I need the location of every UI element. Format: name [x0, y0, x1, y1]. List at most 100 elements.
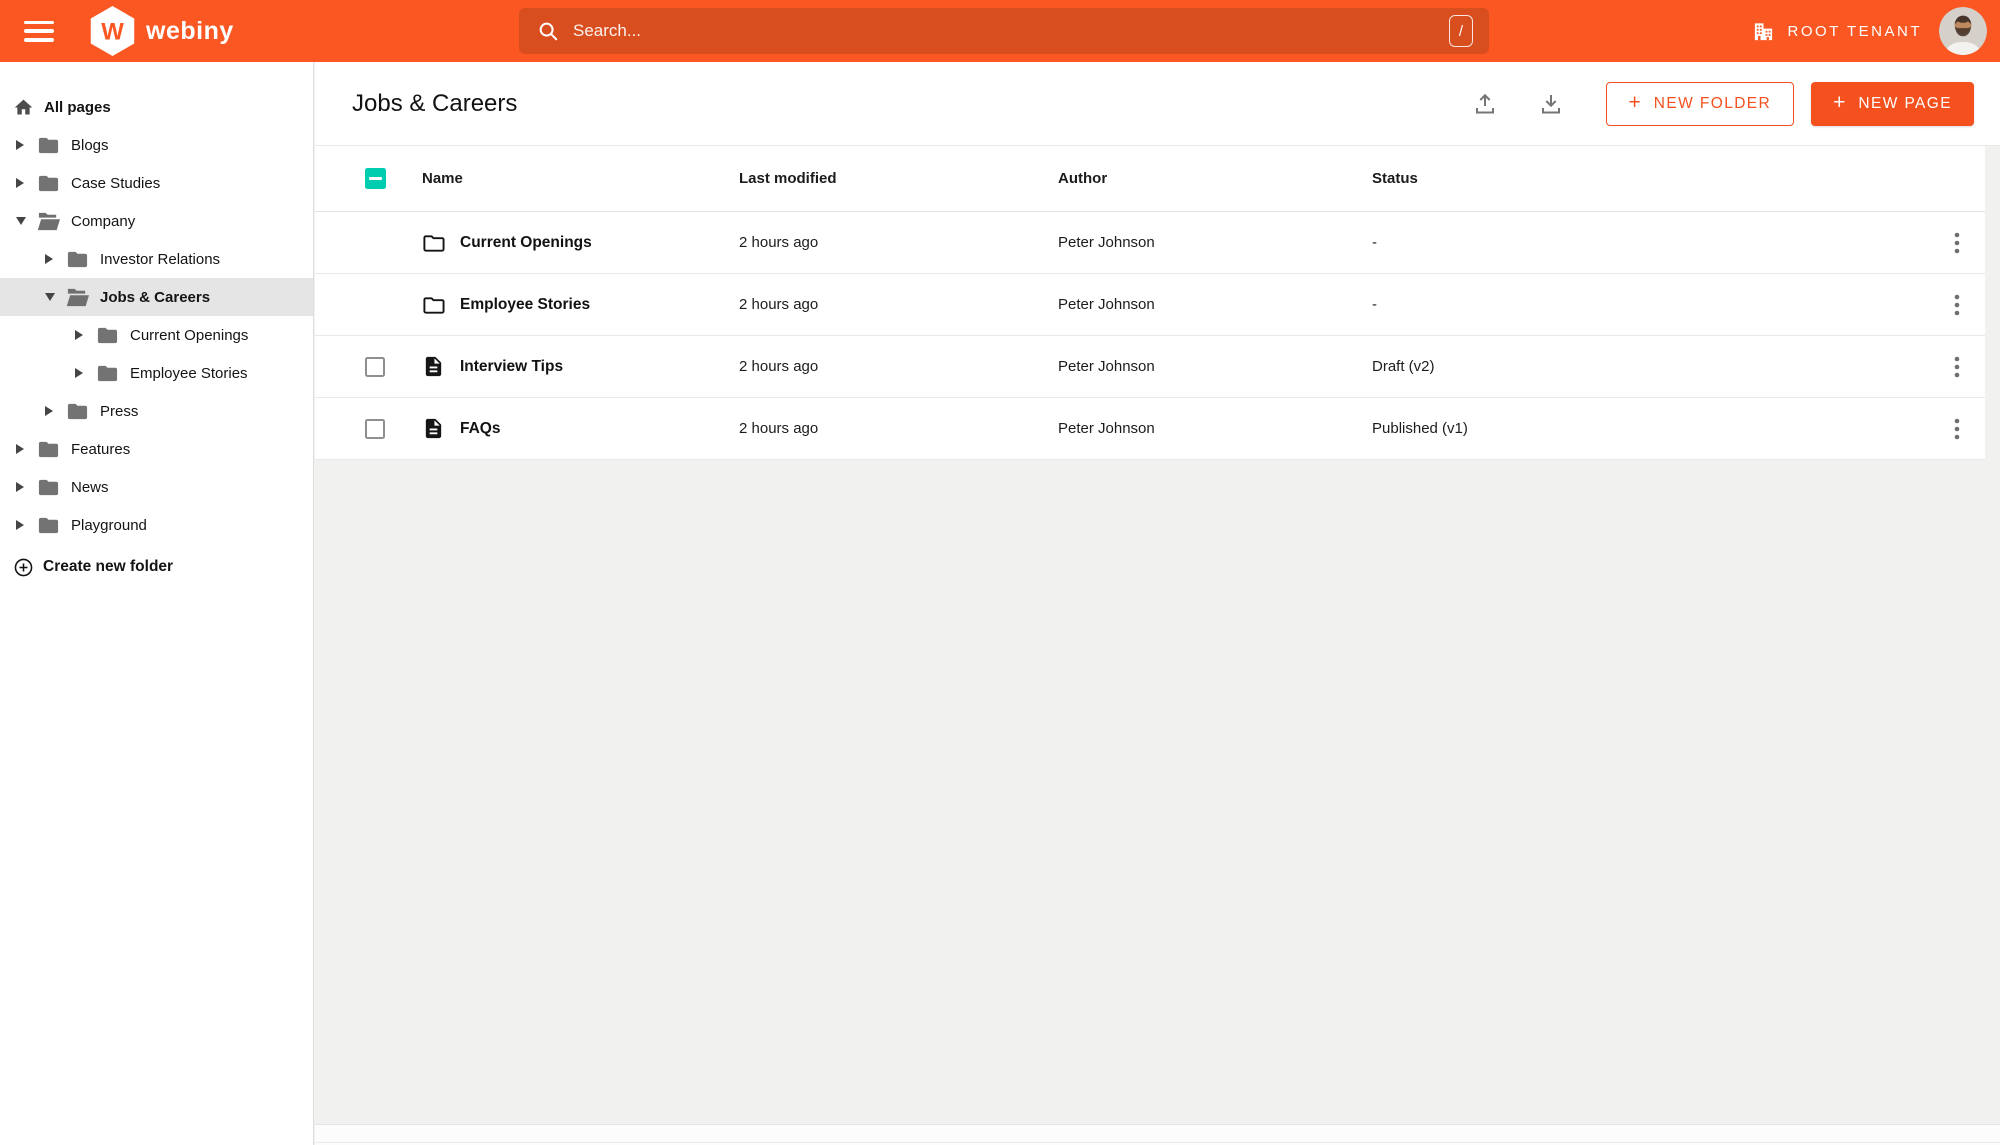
chevron-right-icon[interactable]: [75, 368, 87, 378]
table-row[interactable]: Interview Tips 2 hours ago Peter Johnson…: [315, 336, 1985, 398]
tenant-selector[interactable]: ROOT TENANT: [1752, 20, 1922, 43]
row-author: Peter Johnson: [1058, 234, 1155, 251]
row-status: Draft (v2): [1372, 358, 1435, 375]
column-header-name: Name: [422, 170, 463, 187]
circle-plus-icon: [14, 558, 33, 576]
row-last-modified: 2 hours ago: [739, 296, 819, 313]
folder-icon: [423, 235, 445, 252]
row-checkbox[interactable]: [365, 418, 385, 439]
table-row[interactable]: Employee Stories 2 hours ago Peter Johns…: [315, 274, 1985, 336]
search-input[interactable]: [573, 21, 1449, 41]
table-header-row: Name Last modified Author Status: [315, 146, 1985, 212]
row-name[interactable]: Current Openings: [460, 234, 592, 252]
search-bar[interactable]: /: [519, 8, 1489, 54]
vertical-dots-icon: [1954, 356, 1960, 377]
sidebar-item-investor-relations[interactable]: Investor Relations: [0, 240, 313, 278]
sidebar-item-case-studies[interactable]: Case Studies: [0, 164, 313, 202]
tenant-name: ROOT TENANT: [1787, 22, 1922, 40]
folder-icon: [37, 134, 60, 157]
sidebar-item-company[interactable]: Company: [0, 202, 313, 240]
folder-icon: [423, 297, 445, 314]
vertical-dots-icon: [1954, 294, 1960, 315]
sidebar-item-label: Jobs & Careers: [100, 288, 211, 306]
sidebar-item-label: Blogs: [71, 136, 109, 154]
topbar: W webiny /: [0, 0, 2000, 62]
row-name[interactable]: Interview Tips: [460, 358, 563, 376]
chevron-right-icon[interactable]: [16, 482, 28, 492]
horizontal-scrollbar[interactable]: [315, 1124, 2000, 1145]
search-shortcut-key: /: [1449, 15, 1473, 47]
chevron-down-icon[interactable]: [45, 293, 57, 301]
folder-open-icon: [66, 287, 89, 308]
plus-icon: +: [1628, 90, 1641, 114]
sidebar-item-blogs[interactable]: Blogs: [0, 126, 313, 164]
row-status: Published (v1): [1372, 420, 1468, 437]
select-all-checkbox[interactable]: [365, 168, 386, 189]
page-icon: [425, 356, 442, 377]
chevron-right-icon[interactable]: [16, 444, 28, 454]
table-row[interactable]: FAQs 2 hours ago Peter Johnson Published…: [315, 398, 1985, 460]
sidebar-item-news[interactable]: News: [0, 468, 313, 506]
sidebar-item-label: Company: [71, 212, 136, 230]
sidebar-item-label: Employee Stories: [130, 364, 248, 382]
sidebar-item-label: Investor Relations: [100, 250, 221, 268]
row-last-modified: 2 hours ago: [739, 358, 819, 375]
sidebar-item-features[interactable]: Features: [0, 430, 313, 468]
column-header-author: Author: [1058, 170, 1108, 187]
row-menu-button[interactable]: [1944, 288, 1970, 322]
vertical-dots-icon: [1954, 232, 1960, 253]
sidebar-item-jobs-careers[interactable]: Jobs & Careers: [0, 278, 313, 316]
create-new-folder-label: Create new folder: [43, 558, 174, 575]
avatar-photo: [1939, 7, 1987, 55]
sidebar-item-current-openings[interactable]: Current Openings: [0, 316, 313, 354]
row-menu-button[interactable]: [1944, 226, 1970, 260]
row-last-modified: 2 hours ago: [739, 420, 819, 437]
import-pages-button[interactable]: [1534, 87, 1568, 121]
sidebar-item-label: Press: [100, 402, 139, 420]
row-menu-button[interactable]: [1944, 412, 1970, 446]
column-header-last-modified: Last modified: [739, 170, 837, 187]
row-name[interactable]: FAQs: [460, 420, 500, 438]
chevron-right-icon[interactable]: [75, 330, 87, 340]
sidebar-item-label: News: [71, 478, 109, 496]
row-status: -: [1372, 234, 1377, 251]
sidebar-item-all-pages[interactable]: All pages: [0, 88, 313, 126]
row-checkbox[interactable]: [365, 356, 385, 377]
sidebar-item-label: All pages: [44, 98, 111, 116]
chevron-right-icon[interactable]: [45, 254, 57, 264]
folder-open-icon: [37, 211, 60, 232]
folder-icon: [37, 172, 60, 195]
row-name[interactable]: Employee Stories: [460, 296, 590, 314]
folder-tree-sidebar: All pages Blogs Case Studies Company Inv…: [0, 62, 314, 1145]
row-menu-button[interactable]: [1944, 350, 1970, 384]
plus-icon: +: [1833, 90, 1846, 114]
download-icon: [1541, 94, 1560, 113]
webiny-logo[interactable]: W webiny: [90, 6, 234, 56]
chevron-right-icon[interactable]: [45, 406, 57, 416]
chevron-right-icon[interactable]: [16, 520, 28, 530]
sidebar-item-employee-stories[interactable]: Employee Stories: [0, 354, 313, 392]
hamburger-menu-icon[interactable]: [24, 20, 54, 42]
new-folder-button[interactable]: + NEW FOLDER: [1605, 81, 1795, 126]
page-title: Jobs & Careers: [352, 89, 518, 117]
table-row[interactable]: Current Openings 2 hours ago Peter Johns…: [315, 212, 1985, 274]
row-author: Peter Johnson: [1058, 296, 1155, 313]
sidebar-item-press[interactable]: Press: [0, 392, 313, 430]
pages-table: Name Last modified Author Status Current…: [315, 146, 1985, 460]
sidebar-item-label: Case Studies: [71, 174, 161, 192]
chevron-right-icon[interactable]: [16, 178, 28, 188]
vertical-dots-icon: [1954, 418, 1960, 439]
new-page-label: NEW PAGE: [1858, 94, 1952, 112]
sidebar-item-playground[interactable]: Playground: [0, 506, 313, 544]
user-avatar[interactable]: [1939, 7, 1987, 55]
chevron-right-icon[interactable]: [16, 140, 28, 150]
export-pages-button[interactable]: [1468, 87, 1502, 121]
create-new-folder-button[interactable]: Create new folder: [0, 548, 313, 586]
folder-icon: [96, 324, 119, 347]
home-icon: [14, 99, 33, 114]
svg-text:W: W: [101, 19, 124, 46]
building-icon: [1754, 22, 1772, 40]
new-page-button[interactable]: + NEW PAGE: [1811, 81, 1974, 126]
chevron-down-icon[interactable]: [16, 217, 28, 225]
sidebar-item-label: Features: [71, 440, 131, 458]
